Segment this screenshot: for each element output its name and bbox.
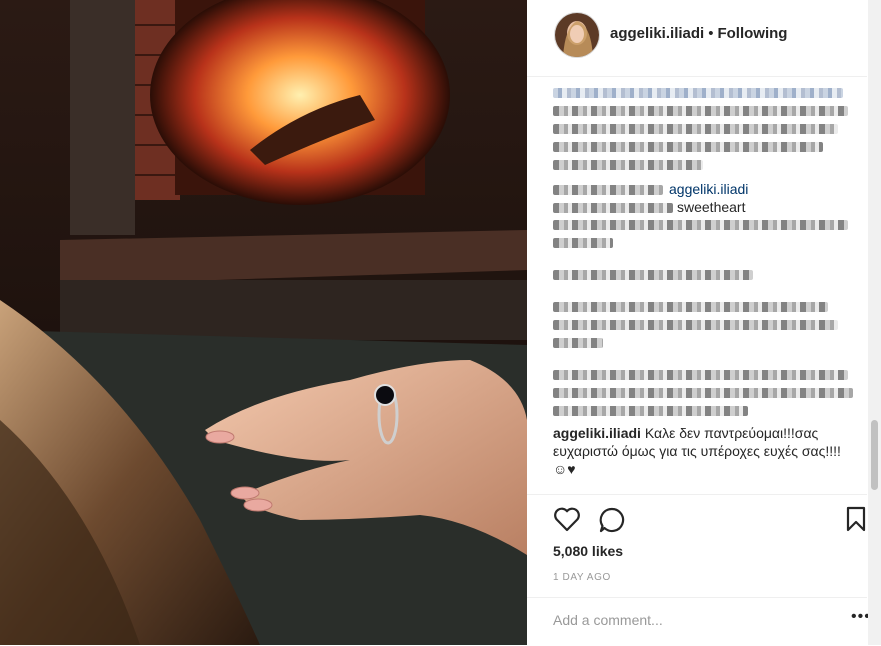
heart-icon[interactable] xyxy=(553,506,581,537)
pixelated-text xyxy=(553,160,703,170)
comments-list: aggeliki.iliadi sweetheart aggeliki.ilia… xyxy=(553,84,853,488)
actions-divider xyxy=(527,494,867,495)
pixelated-text xyxy=(553,106,848,116)
following-button[interactable]: Following xyxy=(717,25,787,42)
header-separator: • xyxy=(708,25,714,42)
header-line: aggeliki.iliadi • Following xyxy=(610,25,787,42)
pixelated-text xyxy=(553,270,753,280)
comment-line: aggeliki.iliadi xyxy=(553,180,853,198)
post-header: aggeliki.iliadi • Following xyxy=(527,0,867,77)
pixelated-text xyxy=(553,320,838,330)
comment-icon[interactable] xyxy=(598,506,626,539)
comment-item: aggeliki.iliadi sweetheart xyxy=(553,180,853,248)
pixelated-text xyxy=(553,124,838,134)
avatar[interactable] xyxy=(554,12,600,58)
pixelated-text xyxy=(553,406,748,416)
comment-input[interactable] xyxy=(553,612,823,628)
owner-reply: aggeliki.iliadi Καλε δεν παντρεύομαι!!!σ… xyxy=(553,424,853,478)
reply-username[interactable]: aggeliki.iliadi xyxy=(553,425,641,441)
pixelated-text xyxy=(553,302,828,312)
pixelated-text xyxy=(553,203,673,214)
post-timestamp[interactable]: 1 DAY AGO xyxy=(553,572,611,583)
comment-item xyxy=(553,88,853,170)
add-comment-bar: ••• xyxy=(527,597,870,646)
pixelated-text xyxy=(553,370,848,380)
pixelated-text xyxy=(553,142,823,152)
likes-count[interactable]: 5,080 likes xyxy=(553,543,623,559)
comment-mention[interactable]: aggeliki.iliadi xyxy=(669,181,748,197)
pixelated-text xyxy=(553,185,663,196)
pixelated-text xyxy=(553,388,853,398)
pixelated-text xyxy=(553,88,843,98)
pixelated-text xyxy=(553,238,613,248)
bookmark-icon[interactable] xyxy=(846,506,866,537)
comment-line: sweetheart xyxy=(553,198,853,216)
header-username[interactable]: aggeliki.iliadi xyxy=(610,25,704,42)
post-photo[interactable] xyxy=(0,0,527,645)
scrollbar[interactable] xyxy=(868,0,881,645)
pixelated-text xyxy=(553,220,848,230)
avatar-image xyxy=(555,13,599,57)
scrollbar-thumb[interactable] xyxy=(871,420,878,490)
comment-word: sweetheart xyxy=(677,199,746,215)
post-side-panel: aggeliki.iliadi • Following aggeliki.iliad… xyxy=(527,0,881,645)
pixelated-text xyxy=(553,338,603,348)
post-photo-art xyxy=(0,0,527,645)
